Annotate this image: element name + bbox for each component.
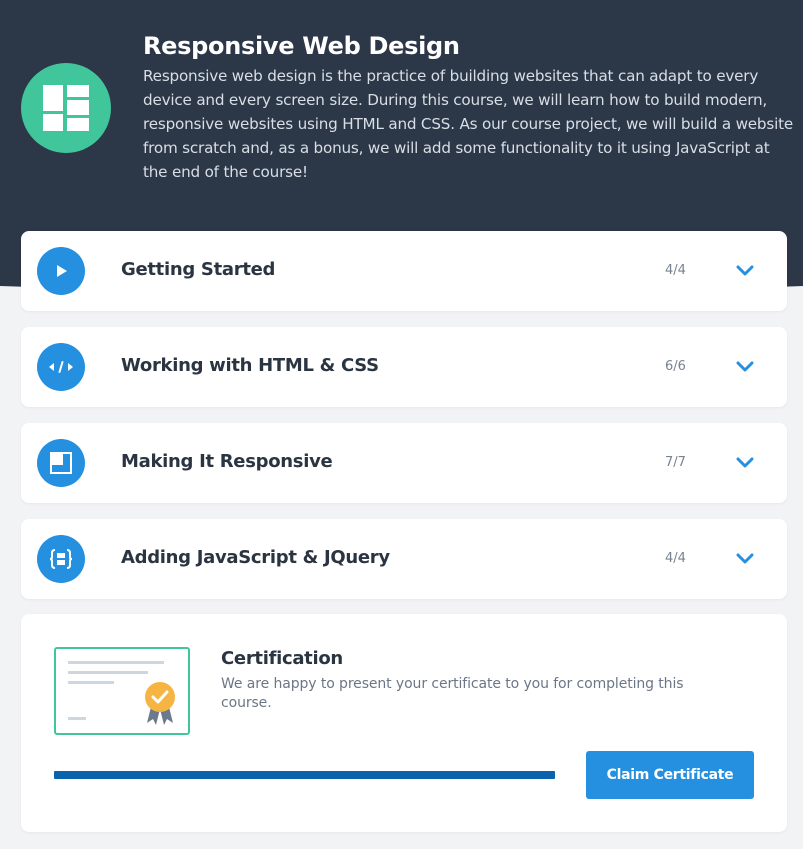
section-title: Working with HTML & CSS bbox=[121, 355, 379, 376]
certification-title: Certification bbox=[221, 648, 343, 669]
section-icon-badge bbox=[37, 535, 85, 583]
chevron-down-icon[interactable] bbox=[733, 261, 757, 281]
section-title: Making It Responsive bbox=[121, 451, 333, 472]
chevron-down-icon[interactable] bbox=[733, 549, 757, 569]
chevron-down-icon[interactable] bbox=[733, 357, 757, 377]
responsive-layout-icon bbox=[50, 452, 72, 474]
section-javascript-jquery[interactable]: Adding JavaScript & JQuery 4/4 bbox=[21, 519, 787, 599]
section-title: Getting Started bbox=[121, 259, 276, 280]
section-progress-count: 4/4 bbox=[665, 263, 686, 278]
play-icon bbox=[57, 265, 67, 277]
code-icon bbox=[49, 361, 73, 373]
certification-card: Certification We are happy to present yo… bbox=[21, 614, 787, 832]
claim-certificate-button[interactable]: Claim Certificate bbox=[586, 751, 754, 799]
section-progress-count: 4/4 bbox=[665, 551, 686, 566]
section-getting-started[interactable]: Getting Started 4/4 bbox=[21, 231, 787, 311]
chevron-down-icon[interactable] bbox=[733, 453, 757, 473]
layout-grid-icon bbox=[43, 85, 89, 131]
section-title: Adding JavaScript & JQuery bbox=[121, 547, 390, 568]
course-description: Responsive web design is the practice of… bbox=[143, 67, 794, 181]
course-logo bbox=[21, 63, 111, 153]
section-html-css[interactable]: Working with HTML & CSS 6/6 bbox=[21, 327, 787, 407]
course-title: Responsive Web Design bbox=[143, 32, 460, 60]
javascript-braces-icon bbox=[49, 549, 73, 569]
certification-text: We are happy to present your certificate… bbox=[221, 676, 684, 711]
section-making-it-responsive[interactable]: Making It Responsive 7/7 bbox=[21, 423, 787, 503]
certificate-illustration bbox=[54, 647, 190, 735]
section-progress-count: 7/7 bbox=[665, 455, 686, 470]
section-icon-badge bbox=[37, 343, 85, 391]
section-progress-count: 6/6 bbox=[665, 359, 686, 374]
certification-progress-bar bbox=[54, 771, 555, 779]
section-icon-badge bbox=[37, 439, 85, 487]
section-icon-badge bbox=[37, 247, 85, 295]
certification-progress-fill bbox=[54, 771, 555, 779]
